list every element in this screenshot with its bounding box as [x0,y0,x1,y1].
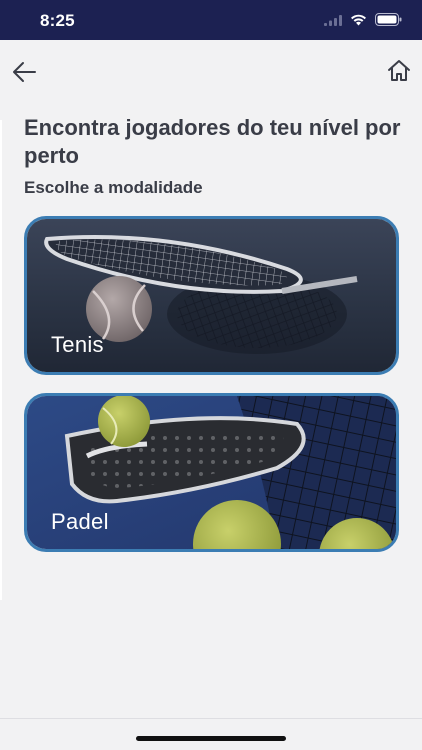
back-button[interactable] [10,58,38,86]
navigation-bar [0,40,422,104]
screen: 8:25 Encontra jogadores do teu nível por… [0,0,422,750]
sport-card-padel[interactable]: Padel [24,393,399,552]
battery-icon [375,13,402,31]
arrow-left-icon [13,62,36,82]
status-time: 8:25 [40,11,75,30]
page-title: Encontra jogadores do teu nível por pert… [24,115,401,168]
sport-label-tenis: Tenis [51,332,104,357]
sport-card-tenis[interactable]: Tenis [24,216,399,375]
sport-label-padel: Padel [51,509,109,534]
left-edge [0,120,2,600]
home-indicator[interactable] [136,736,286,741]
divider [0,718,422,719]
status-icons [324,13,402,31]
wifi-icon [350,13,367,31]
section-subtitle: Escolhe a modalidade [24,178,203,197]
signal-icon [324,13,342,31]
home-button[interactable] [386,58,412,84]
home-icon [388,60,410,81]
status-bar: 8:25 [0,0,422,40]
